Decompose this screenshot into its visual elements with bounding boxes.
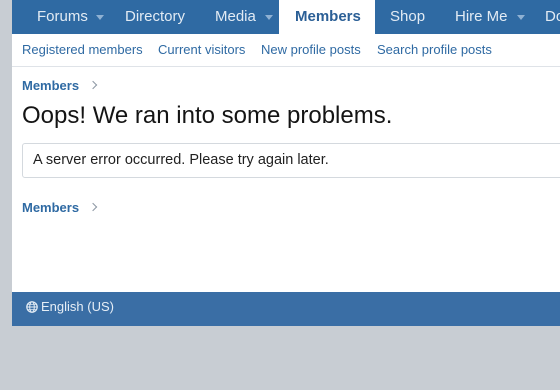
chevron-right-icon — [88, 80, 98, 90]
nav-overflow-item[interactable]: Do — [545, 0, 560, 34]
nav-members-active[interactable]: Members — [279, 0, 375, 34]
nav-hire-me-label: Hire Me — [455, 8, 508, 25]
breadcrumb-label: Members — [22, 200, 80, 215]
page-container: Forums Directory Media Members Shop Hire… — [12, 0, 560, 326]
footer: English (US) — [12, 292, 560, 326]
error-message-text: A server error occurred. Please try agai… — [33, 152, 329, 168]
language-chooser[interactable]: English (US) — [26, 292, 114, 321]
nav-directory-label: Directory — [125, 8, 186, 25]
subnav-registered-members[interactable]: Registered members — [22, 34, 143, 66]
nav-shop-label: Shop — [390, 8, 426, 25]
top-navigation: Forums Directory Media Members Shop Hire… — [12, 0, 560, 34]
nav-members-label: Members — [295, 8, 361, 25]
breadcrumb-bottom[interactable]: Members — [22, 199, 98, 217]
nav-media[interactable]: Media — [215, 0, 256, 34]
nav-overflow-label: Do — [545, 8, 560, 25]
breadcrumb-label: Members — [22, 78, 80, 93]
nav-hire-me[interactable]: Hire Me — [455, 0, 508, 34]
chevron-down-icon[interactable] — [96, 15, 104, 20]
chevron-down-icon[interactable] — [517, 15, 525, 20]
nav-media-label: Media — [215, 8, 256, 25]
error-message-block: A server error occurred. Please try agai… — [22, 143, 560, 178]
chevron-right-icon — [88, 202, 98, 212]
subnav-current-visitors[interactable]: Current visitors — [158, 34, 245, 66]
breadcrumb[interactable]: Members — [22, 77, 98, 95]
page-title: Oops! We ran into some problems. — [22, 102, 393, 129]
nav-directory[interactable]: Directory — [125, 0, 185, 34]
language-label: English (US) — [41, 299, 114, 314]
subnav-new-profile-posts[interactable]: New profile posts — [261, 34, 361, 66]
chevron-down-icon[interactable] — [265, 15, 273, 20]
nav-forums-label: Forums — [37, 8, 88, 25]
globe-icon — [26, 301, 38, 313]
nav-shop[interactable]: Shop — [390, 0, 425, 34]
sub-navigation: Registered members Current visitors New … — [12, 34, 560, 67]
subnav-search-profile-posts[interactable]: Search profile posts — [377, 34, 492, 66]
nav-forums[interactable]: Forums — [37, 0, 88, 34]
